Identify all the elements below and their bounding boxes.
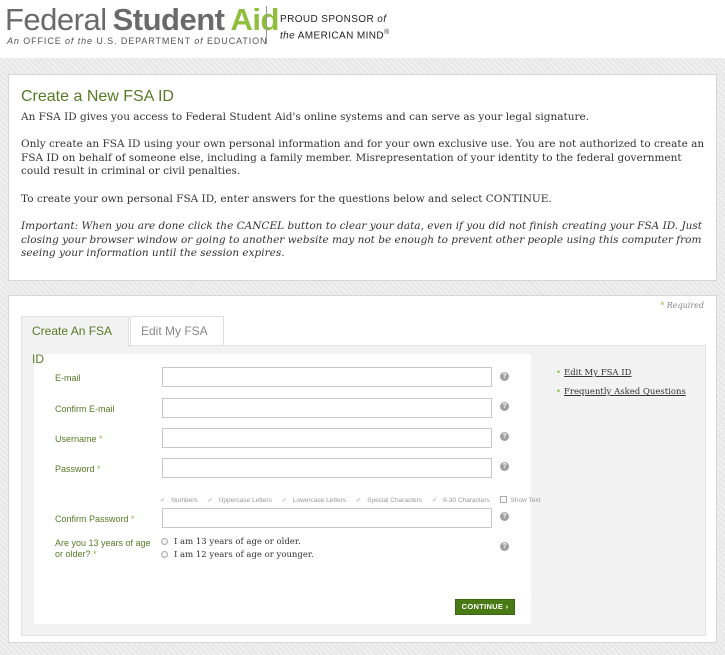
authorization-paragraph: Only create an FSA ID using your own per… bbox=[21, 138, 705, 177]
logo-sub-dept: U.S. DEPARTMENT bbox=[92, 36, 195, 46]
logo-aid-text: Aid bbox=[230, 2, 279, 37]
show-text-checkbox[interactable] bbox=[499, 496, 507, 503]
radio-13-or-older[interactable] bbox=[161, 538, 168, 545]
site-header: Federal Student Aid An OFFICE of the U.S. … bbox=[0, 0, 725, 58]
username-label: Username * bbox=[55, 434, 103, 445]
confirm-email-field[interactable] bbox=[162, 398, 492, 418]
tab-edit-fsa-id[interactable]: Edit My FSA ID bbox=[130, 316, 224, 366]
required-text: Required bbox=[664, 301, 704, 310]
age-option-13-label: I am 13 years of age or older. bbox=[174, 537, 301, 547]
page-title: Create a New FSA ID bbox=[21, 88, 174, 105]
username-help-icon[interactable]: ? bbox=[500, 432, 509, 441]
email-label-text: E-mail bbox=[55, 373, 81, 383]
email-label: E-mail bbox=[55, 373, 81, 384]
tab-content: E-mail ? Confirm E-mail ? Username * ? P… bbox=[21, 345, 706, 636]
logo-subtitle: An OFFICE of the U.S. DEPARTMENT of EDUC… bbox=[7, 36, 267, 46]
age-required-star: * bbox=[90, 549, 97, 559]
edit-my-fsa-id-link[interactable]: Edit My FSA ID bbox=[564, 368, 631, 378]
username-label-text: Username bbox=[55, 434, 97, 444]
check-icon: ✔ bbox=[431, 497, 438, 504]
sponsor-of: of bbox=[377, 14, 387, 25]
age-question-line-2: or older? * bbox=[55, 549, 151, 560]
age-option-12-label: I am 12 years of age or younger. bbox=[174, 550, 314, 560]
hint-special-text: Special Characters bbox=[367, 497, 423, 504]
sponsor-tagline: PROUD SPONSOR of the AMERICAN MIND® bbox=[280, 13, 390, 42]
faq-link[interactable]: Frequently Asked Questions bbox=[564, 387, 686, 397]
password-requirements: ✔ Numbers ✔ Uppercase Letters ✔ Lowercas… bbox=[160, 496, 548, 504]
hint-special: ✔ Special Characters bbox=[356, 497, 426, 504]
username-required-star: * bbox=[96, 434, 103, 444]
age-option-13-or-older[interactable]: I am 13 years of age or older. bbox=[161, 537, 301, 547]
continue-button[interactable]: CONTINUE › bbox=[455, 599, 515, 615]
logo-student-text: Student bbox=[112, 2, 225, 37]
logo-sub-an: An bbox=[7, 36, 24, 46]
hint-length: ✔ 8-30 Characters bbox=[432, 497, 494, 504]
confirm-password-label: Confirm Password * bbox=[55, 514, 135, 525]
show-text-toggle[interactable]: Show Text bbox=[499, 496, 545, 504]
logo-sub-of: of bbox=[61, 36, 78, 46]
radio-12-or-younger[interactable] bbox=[161, 551, 168, 558]
hint-numbers: ✔ Numbers bbox=[160, 497, 202, 504]
sponsor-american-mind: AMERICAN MIND bbox=[295, 30, 385, 42]
username-field[interactable] bbox=[162, 428, 492, 448]
logo-federal-text: Federal bbox=[5, 2, 107, 37]
age-question-label: Are you 13 years of age or older? * bbox=[55, 538, 151, 560]
side-link-edit-fsa-id[interactable]: • Edit My FSA ID bbox=[556, 368, 631, 378]
email-help-icon[interactable]: ? bbox=[500, 372, 509, 381]
confirm-password-required-star: * bbox=[128, 514, 135, 524]
form-panel: * Required Create An FSA ID Edit My FSA … bbox=[8, 295, 717, 643]
show-text-label: Show Text bbox=[510, 497, 541, 504]
bullet-icon: • bbox=[556, 368, 562, 378]
hint-lowercase: ✔ Lowercase Letters bbox=[282, 497, 350, 504]
logo-sub-office: OFFICE bbox=[23, 36, 62, 46]
bullet-icon: • bbox=[556, 387, 562, 397]
hint-lowercase-text: Lowercase Letters bbox=[292, 497, 347, 504]
hint-length-text: 8-30 Characters bbox=[443, 497, 490, 504]
age-help-icon[interactable]: ? bbox=[500, 542, 509, 551]
age-option-12-or-younger[interactable]: I am 12 years of age or younger. bbox=[161, 550, 314, 560]
side-link-faq[interactable]: • Frequently Asked Questions bbox=[556, 387, 686, 397]
confirm-password-help-icon[interactable]: ? bbox=[500, 512, 509, 521]
logo-divider bbox=[266, 6, 267, 44]
sponsor-line-1: PROUD SPONSOR of bbox=[280, 13, 390, 26]
create-account-form: E-mail ? Confirm E-mail ? Username * ? P… bbox=[34, 354, 540, 624]
age-question-line-2-text: or older? bbox=[55, 549, 91, 559]
intro-paragraph: An FSA ID gives you access to Federal St… bbox=[21, 111, 590, 123]
password-label-text: Password bbox=[55, 464, 95, 474]
logo-sub-the: the bbox=[77, 36, 93, 46]
confirm-password-label-text: Confirm Password bbox=[55, 514, 129, 524]
instruction-paragraph: To create your own personal FSA ID, ente… bbox=[21, 193, 552, 205]
confirm-email-help-icon[interactable]: ? bbox=[500, 402, 509, 411]
sponsor-registered: ® bbox=[384, 29, 390, 36]
password-required-star: * bbox=[94, 464, 101, 474]
sponsor-proud: PROUD SPONSOR bbox=[280, 14, 378, 25]
important-paragraph: Important: When you are done click the C… bbox=[21, 220, 703, 259]
fsa-logo[interactable]: Federal Student Aid bbox=[5, 3, 279, 37]
check-icon: ✔ bbox=[160, 497, 166, 504]
sponsor-the: the bbox=[280, 30, 296, 42]
tab-create-fsa-id[interactable]: Create An FSA ID bbox=[21, 316, 129, 366]
info-panel: Create a New FSA ID An FSA ID gives you … bbox=[8, 74, 717, 281]
confirm-email-label: Confirm E-mail bbox=[55, 404, 115, 415]
check-icon: ✔ bbox=[207, 497, 213, 504]
logo-sub-of2: of bbox=[194, 36, 204, 46]
password-help-icon[interactable]: ? bbox=[500, 462, 509, 471]
confirm-password-field[interactable] bbox=[162, 508, 492, 528]
required-legend: * Required bbox=[660, 301, 704, 310]
password-field[interactable] bbox=[162, 458, 492, 478]
logo-sub-edu: EDUCATION bbox=[203, 36, 268, 46]
check-icon: ✔ bbox=[355, 497, 362, 504]
hint-uppercase-text: Uppercase Letters bbox=[218, 497, 272, 504]
password-label: Password * bbox=[55, 464, 101, 475]
sponsor-line-2: the AMERICAN MIND® bbox=[280, 26, 390, 42]
hint-numbers-text: Numbers bbox=[171, 497, 198, 504]
email-field[interactable] bbox=[162, 367, 492, 387]
age-question-line-1: Are you 13 years of age bbox=[55, 538, 151, 548]
hint-uppercase: ✔ Uppercase Letters bbox=[207, 497, 275, 504]
check-icon: ✔ bbox=[281, 497, 288, 504]
confirm-email-label-text: Confirm E-mail bbox=[55, 404, 115, 414]
